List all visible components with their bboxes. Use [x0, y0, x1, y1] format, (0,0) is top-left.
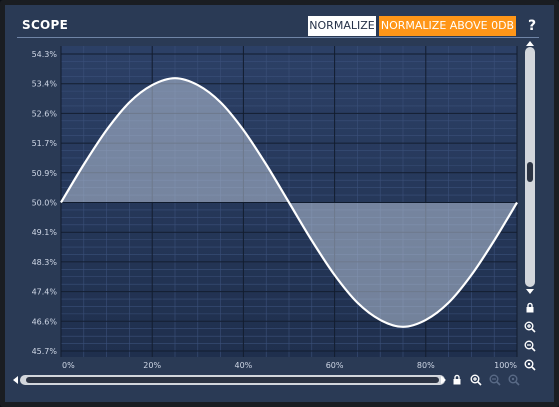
- x-axis-labels: 0% 20% 40% 60% 80% 100%: [62, 361, 517, 370]
- y-tick-label: 47.4%: [32, 288, 58, 297]
- y-tick-label: 50.9%: [32, 169, 58, 178]
- y-tick-label: 53.4%: [32, 80, 58, 89]
- y-tick-label: 54.3%: [32, 50, 58, 59]
- x-tick-label: 40%: [235, 361, 253, 370]
- scroll-down-arrow-icon[interactable]: [526, 289, 534, 294]
- y-tick-label: 52.6%: [32, 109, 58, 118]
- x-tick-label: 60%: [326, 361, 344, 370]
- y-axis-labels: 54.3% 53.4% 52.6% 51.7% 50.9% 50.0% 49.1% 48.3%…: [32, 50, 58, 356]
- y-tick-label: 46.6%: [32, 317, 58, 326]
- y-tick-label: 50.0%: [32, 199, 58, 208]
- horizontal-zoom-out-icon[interactable]: [488, 374, 502, 388]
- x-tick-label: 100%: [494, 361, 517, 370]
- x-tick-label: 0%: [62, 361, 75, 370]
- x-tick-label: 80%: [417, 361, 435, 370]
- vertical-scroll-thumb[interactable]: [527, 162, 533, 182]
- y-tick-label: 45.7%: [32, 347, 58, 356]
- horizontal-scroll-thumb[interactable]: [26, 377, 439, 383]
- vertical-zoom-reset-icon[interactable]: [523, 359, 537, 373]
- vertical-zoom-out-icon[interactable]: [523, 340, 537, 354]
- scroll-up-arrow-icon[interactable]: [526, 41, 534, 46]
- horizontal-zoom-reset-icon[interactable]: [507, 374, 521, 388]
- y-tick-label: 49.1%: [32, 228, 58, 237]
- scope-chart[interactable]: 54.3% 53.4% 52.6% 51.7% 50.9% 50.0% 49.1% 48.3%…: [0, 0, 559, 407]
- scroll-right-arrow-icon[interactable]: [441, 376, 446, 384]
- x-tick-label: 20%: [143, 361, 161, 370]
- vertical-zoom-in-icon[interactable]: [523, 321, 537, 335]
- y-tick-label: 48.3%: [32, 258, 58, 267]
- y-tick-label: 51.7%: [32, 139, 58, 148]
- scroll-left-arrow-icon[interactable]: [13, 376, 18, 384]
- horizontal-lock-icon[interactable]: [450, 374, 464, 388]
- horizontal-zoom-in-icon[interactable]: [469, 374, 483, 388]
- vertical-lock-icon[interactable]: [523, 302, 537, 316]
